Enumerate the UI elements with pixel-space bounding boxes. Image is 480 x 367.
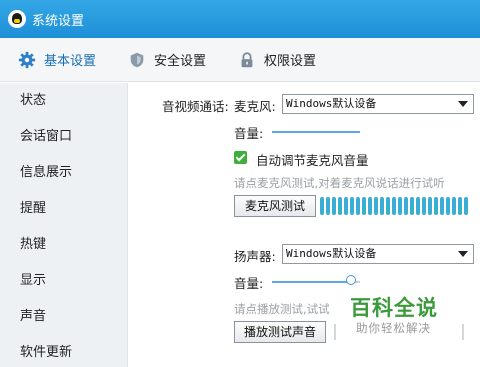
mic-test-hint: 请点麦克风测试,对着麦克风说话进行试听 — [234, 176, 445, 190]
meter-segment — [464, 197, 468, 215]
qq-logo-icon — [8, 10, 26, 28]
meter-segment — [332, 197, 336, 215]
sidebar-item-info-display[interactable]: 信息展示 — [0, 155, 127, 191]
meter-segment — [398, 197, 402, 215]
meter-segment — [404, 197, 408, 215]
meter-segment — [434, 197, 438, 215]
meter-segment — [428, 197, 432, 215]
meter-segment — [452, 197, 456, 215]
mic-device-select[interactable]: Windows默认设备 — [282, 94, 474, 114]
auto-adjust-checkbox[interactable] — [234, 151, 247, 164]
mic-test-button[interactable]: 麦克风测试 — [234, 195, 316, 217]
shield-icon — [130, 52, 144, 67]
gear-icon — [18, 51, 36, 68]
mic-device-value: Windows默认设备 — [286, 97, 377, 110]
meter-segment — [350, 197, 354, 215]
sidebar-item-reminder[interactable]: 提醒 — [0, 191, 127, 227]
meter-segment — [416, 197, 420, 215]
meter-segment — [440, 197, 444, 215]
tab-label: 权限设置 — [264, 54, 317, 69]
meter-segment — [410, 197, 414, 215]
watermark-subtitle: 助你轻松解决 — [356, 321, 431, 335]
meter-segment — [356, 197, 360, 215]
meter-segment — [380, 197, 384, 215]
tab-label: 基本设置 — [44, 54, 97, 69]
tab-bar: 基本设置 安全设置 权限设置 — [0, 38, 480, 82]
window-title: 系统设置 — [32, 13, 85, 29]
tab-permission-settings[interactable]: 权限设置 — [220, 38, 330, 82]
mic-volume-slider[interactable] — [272, 131, 360, 133]
tab-security-settings[interactable]: 安全设置 — [110, 38, 220, 82]
chevron-down-icon — [458, 251, 468, 257]
av-section-label: 音视频通话: — [162, 99, 229, 114]
meter-segment — [326, 197, 330, 215]
sidebar: 状态 会话窗口 信息展示 提醒 热键 显示 声音 软件更新 — [0, 83, 128, 367]
speaker-volume-slider[interactable] — [272, 281, 351, 283]
sidebar-item-sound[interactable]: 声音 — [0, 299, 127, 335]
speaker-meter-bar — [334, 324, 336, 340]
meter-segment — [344, 197, 348, 215]
speaker-volume-knob[interactable] — [346, 275, 356, 285]
mic-volume-label: 音量: — [234, 126, 264, 141]
meter-segment — [374, 197, 378, 215]
speaker-test-hint: 请点播放测试,试试 — [234, 302, 330, 316]
sidebar-item-status[interactable]: 状态 — [0, 83, 127, 119]
mic-label: 麦克风: — [234, 99, 276, 114]
auto-adjust-label: 自动调节麦克风音量 — [256, 153, 369, 168]
sidebar-item-hotkey[interactable]: 热键 — [0, 227, 127, 263]
speaker-volume-label: 音量: — [234, 276, 264, 291]
speaker-label: 扬声器: — [234, 249, 276, 264]
tab-label: 安全设置 — [154, 54, 207, 69]
sidebar-item-display[interactable]: 显示 — [0, 263, 127, 299]
title-bar: 系统设置 — [0, 0, 480, 38]
sidebar-item-chat-window[interactable]: 会话窗口 — [0, 119, 127, 155]
meter-segment — [368, 197, 372, 215]
meter-segment — [446, 197, 450, 215]
speaker-test-button[interactable]: 播放测试声音 — [234, 321, 326, 343]
sidebar-item-software-update[interactable]: 软件更新 — [0, 335, 127, 367]
speaker-device-select[interactable]: Windows默认设备 — [282, 244, 474, 264]
mic-level-meter — [320, 197, 468, 215]
meter-segment — [392, 197, 396, 215]
settings-panel: 音视频通话: 麦克风: Windows默认设备 音量: 自动调节麦克风音量 请点… — [128, 83, 480, 367]
tab-basic-settings[interactable]: 基本设置 — [0, 38, 110, 82]
chevron-down-icon — [458, 101, 468, 107]
meter-segment — [422, 197, 426, 215]
meter-segment — [362, 197, 366, 215]
meter-segment — [338, 197, 342, 215]
meter-segment — [320, 197, 324, 215]
meter-segment — [386, 197, 390, 215]
speaker-device-value: Windows默认设备 — [286, 247, 377, 260]
lock-icon — [241, 51, 253, 67]
watermark-title: 百科全说 — [350, 296, 438, 320]
speaker-meter-bar — [462, 324, 464, 340]
meter-segment — [458, 197, 462, 215]
